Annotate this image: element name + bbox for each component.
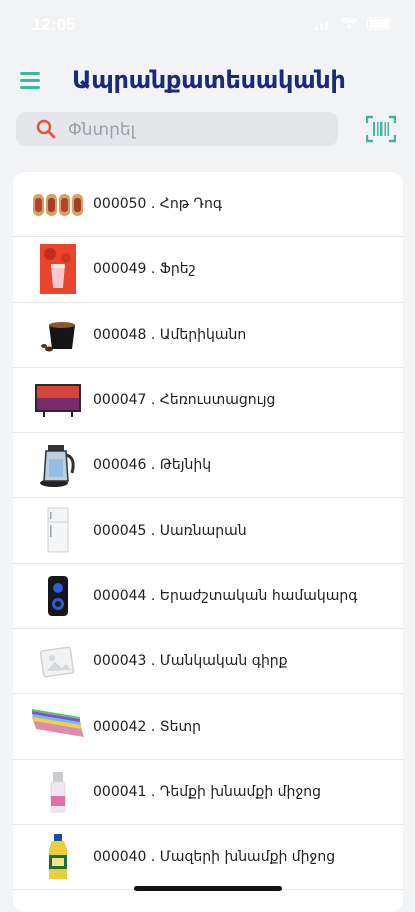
status-icons <box>315 17 391 30</box>
list-item[interactable]: 000040 . Մազերի խնամքի միջոց <box>13 825 403 891</box>
home-indicator[interactable] <box>134 886 282 891</box>
item-label: 000043 . Մանկական գիրք <box>93 653 288 670</box>
list-item[interactable]: 000048 . Ամերիկանո <box>13 303 403 368</box>
page-title: Ապրանքատեսականի <box>72 66 346 94</box>
hair-care-icon <box>31 832 85 882</box>
status-bar: 12:05 <box>0 0 415 52</box>
item-label: 000044 . Երաժշտական համակարգ <box>93 587 358 604</box>
item-label: 000047 . Հեռուստացույց <box>93 392 276 409</box>
item-label: 000046 . Թեյնիկ <box>93 457 212 474</box>
image-placeholder-icon <box>31 636 85 686</box>
item-label: 000042 . Տետր <box>93 718 202 735</box>
face-care-icon <box>31 767 85 817</box>
list-item[interactable]: 000047 . Հեռուստացույց <box>13 368 403 434</box>
item-label: 000045 . Սառնարան <box>93 522 247 539</box>
item-label: 000050 . Հոթ Դոգ <box>93 196 223 213</box>
signal-icon <box>315 18 331 30</box>
list-item[interactable]: 000050 . Հոթ Դոգ <box>13 172 403 238</box>
list-item[interactable]: 000044 . Երաժշտական համակարգ <box>13 564 403 630</box>
coffee-cup-icon <box>31 310 85 360</box>
wifi-icon <box>341 17 357 29</box>
battery-icon <box>367 17 391 30</box>
list-item[interactable]: 000042 . Տետր <box>13 694 403 760</box>
kettle-icon <box>31 440 85 490</box>
search-input[interactable] <box>66 116 330 144</box>
item-label: 000048 . Ամերիկանո <box>93 326 247 343</box>
item-label: 000040 . Մազերի խնամքի միջոց <box>93 849 336 866</box>
list-item[interactable]: 000049 . Ֆրեշ <box>13 237 403 303</box>
speaker-icon <box>31 571 85 621</box>
fridge-icon <box>31 505 85 555</box>
fresh-juice-icon <box>31 244 85 295</box>
item-label: 000049 . Ֆրեշ <box>93 261 196 278</box>
tv-icon <box>31 375 85 425</box>
product-list: 000050 . Հոթ Դոգ 000049 . Ֆրեշ 000048 . … <box>13 172 403 912</box>
menu-icon[interactable] <box>18 70 42 92</box>
search-icon <box>36 119 56 139</box>
header: Ապրանքատեսականի <box>0 52 415 110</box>
hot-dog-icon <box>31 179 85 229</box>
item-label: 000041 . Դեմքի խնամքի միջոց <box>93 783 321 800</box>
status-time: 12:05 <box>32 15 76 34</box>
list-item[interactable]: 000045 . Սառնարան <box>13 498 403 564</box>
barcode-scan-icon[interactable] <box>366 115 396 143</box>
list-item[interactable]: 000041 . Դեմքի խնամքի միջոց <box>13 760 403 825</box>
search-bar[interactable] <box>16 112 338 146</box>
list-item[interactable]: 000046 . Թեյնիկ <box>13 433 403 499</box>
list-item[interactable]: 000043 . Մանկական գիրք <box>13 629 403 695</box>
notebook-icon <box>31 701 85 751</box>
